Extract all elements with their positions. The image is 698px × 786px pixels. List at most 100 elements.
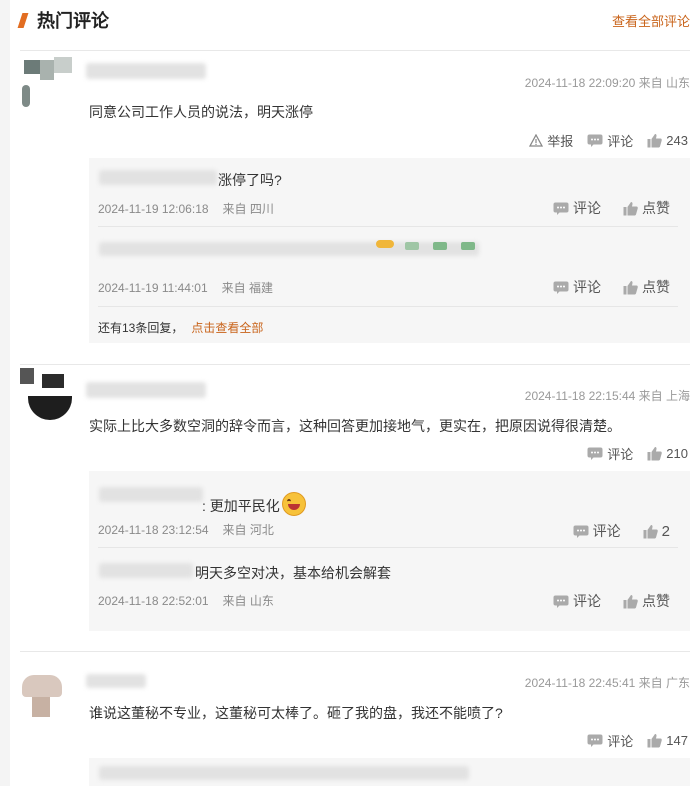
reply-actions: 评论 点赞 (553, 277, 670, 297)
reply-actions: 评论 2 (573, 521, 670, 541)
view-all-replies-link[interactable]: 点击查看全部 (191, 321, 263, 335)
reply-divider (98, 547, 678, 548)
emoji-icon (461, 242, 475, 250)
comment-icon (573, 525, 589, 538)
emoji-icon (405, 242, 419, 250)
comment-label: 评论 (607, 134, 634, 149)
thumbs-up-icon (623, 594, 638, 608)
comment-actions: 评论 147 (587, 731, 688, 750)
like-button[interactable]: 243 (647, 133, 688, 148)
reply-like-button[interactable]: 点赞 (623, 198, 670, 218)
reply-username-blurred[interactable] (99, 563, 193, 578)
like-button[interactable]: 210 (647, 446, 688, 461)
report-label: 举报 (547, 134, 574, 149)
section-title: 热门评论 (37, 11, 109, 31)
reply-meta: 2024-11-19 11:44:01 来自 福建 (98, 279, 273, 296)
comment-actions: 评论 210 (587, 444, 688, 463)
reply-time: 2024-11-19 12:06:18 (98, 202, 209, 216)
avatar[interactable] (20, 667, 72, 719)
reply-comment-button[interactable]: 评论 (553, 591, 601, 611)
reply-content-blurred (99, 242, 479, 256)
reply-comment-label: 评论 (573, 593, 601, 609)
avatar[interactable] (20, 368, 72, 420)
left-rule (0, 0, 10, 786)
reply-location: 来自 福建 (221, 281, 273, 295)
comment-icon (587, 734, 603, 747)
reply-like-button[interactable]: 点赞 (623, 277, 670, 297)
comment-button[interactable]: 评论 (587, 731, 633, 750)
comment-text: 同意公司工作人员的说法，明天涨停 (89, 104, 313, 120)
thumbs-up-icon (647, 734, 663, 748)
reply-divider (98, 306, 678, 307)
reply-time: 2024-11-18 23:12:54 (98, 523, 209, 537)
reply-meta: 2024-11-19 12:06:18 来自 四川 (98, 200, 274, 217)
laughing-emoji-icon (281, 492, 306, 516)
thumbs-up-icon (643, 524, 658, 538)
divider (20, 50, 690, 51)
reply-comment-label: 评论 (573, 200, 601, 216)
thumbs-up-icon (623, 280, 638, 294)
divider (20, 651, 690, 652)
reply-like-count: 2 (661, 522, 670, 540)
reply-divider (98, 226, 678, 227)
divider (20, 364, 690, 365)
reply-username-blurred[interactable] (99, 487, 203, 502)
comment-icon (587, 447, 603, 460)
emoji-icon (376, 240, 394, 248)
comment-icon (553, 595, 569, 608)
reply-text: : 更加平民化 (202, 492, 306, 516)
reply-comment-label: 评论 (592, 523, 621, 539)
comment-meta: 2024-11-18 22:09:20 来自 山东 (524, 76, 690, 90)
comment-meta: 2024-11-18 22:45:41 来自 广东 (524, 676, 690, 690)
reply-content-blurred (99, 766, 469, 780)
reply-meta: 2024-11-18 23:12:54 来自 河北 (98, 521, 274, 538)
like-count: 147 (666, 733, 688, 748)
reply-username-blurred[interactable] (99, 170, 217, 185)
username-blurred[interactable] (86, 63, 206, 79)
flag-icon (17, 13, 29, 28)
reply-like-label: 点赞 (642, 200, 670, 216)
thumbs-up-icon (647, 134, 663, 148)
reply-comment-button[interactable]: 评论 (553, 198, 601, 218)
username-blurred[interactable] (86, 674, 146, 688)
reply-like-button[interactable]: 点赞 (623, 591, 670, 611)
thumbs-up-icon (623, 201, 638, 215)
reply-actions: 评论 点赞 (553, 591, 670, 611)
reply-comment-button[interactable]: 评论 (573, 521, 621, 541)
view-all-comments-link[interactable]: 查看全部评论 (612, 11, 690, 30)
like-button[interactable]: 147 (647, 733, 688, 748)
reply-time: 2024-11-18 22:52:01 (98, 594, 209, 608)
reply-box (89, 758, 690, 786)
thumbs-up-icon (647, 447, 663, 461)
comment-icon (553, 281, 569, 294)
emoji-icon (433, 242, 447, 250)
more-replies: 还有13条回复， 点击查看全部 (98, 319, 263, 336)
like-count: 243 (666, 133, 688, 148)
comment-actions: 举报 评论 243 (529, 131, 688, 150)
warning-icon (529, 134, 544, 147)
reply-box: : 更加平民化 2024-11-18 23:12:54 来自 河北 评论 2 明天… (89, 471, 690, 631)
avatar[interactable] (20, 57, 72, 109)
comment-label: 评论 (607, 447, 634, 462)
comment-button[interactable]: 评论 (587, 444, 633, 463)
reply-box: 涨停了吗? 2024-11-19 12:06:18 来自 四川 评论 点赞 202… (89, 158, 690, 343)
reply-text: 涨停了吗? (218, 172, 282, 188)
hot-comments-header: 热门评论 查看全部评论 (17, 0, 690, 48)
like-count: 210 (666, 446, 688, 461)
reply-meta: 2024-11-18 22:52:01 来自 山东 (98, 592, 274, 609)
reply-comment-button[interactable]: 评论 (553, 277, 601, 297)
comment-meta: 2024-11-18 22:15:44 来自 上海 (524, 389, 690, 403)
reply-location: 来自 山东 (222, 594, 274, 608)
reply-time: 2024-11-19 11:44:01 (98, 281, 208, 295)
reply-like-label: 点赞 (642, 593, 670, 609)
comment-button[interactable]: 评论 (587, 131, 633, 150)
username-blurred[interactable] (86, 382, 206, 398)
comment-text: 实际上比大多数空洞的辞令而言，这种回答更加接地气，更实在，把原因说得很清楚。 (89, 418, 621, 434)
reply-text: 明天多空对决，基本给机会解套 (195, 565, 391, 581)
report-button[interactable]: 举报 (529, 131, 573, 150)
comment-text: 谁说这董秘不专业，这董秘可太棒了。砸了我的盘，我还不能喷了? (89, 705, 503, 721)
more-replies-count: 还有13条回复， (98, 321, 184, 335)
reply-like-label: 点赞 (642, 279, 670, 295)
reply-like-button[interactable]: 2 (643, 523, 670, 540)
comment-label: 评论 (607, 734, 634, 749)
